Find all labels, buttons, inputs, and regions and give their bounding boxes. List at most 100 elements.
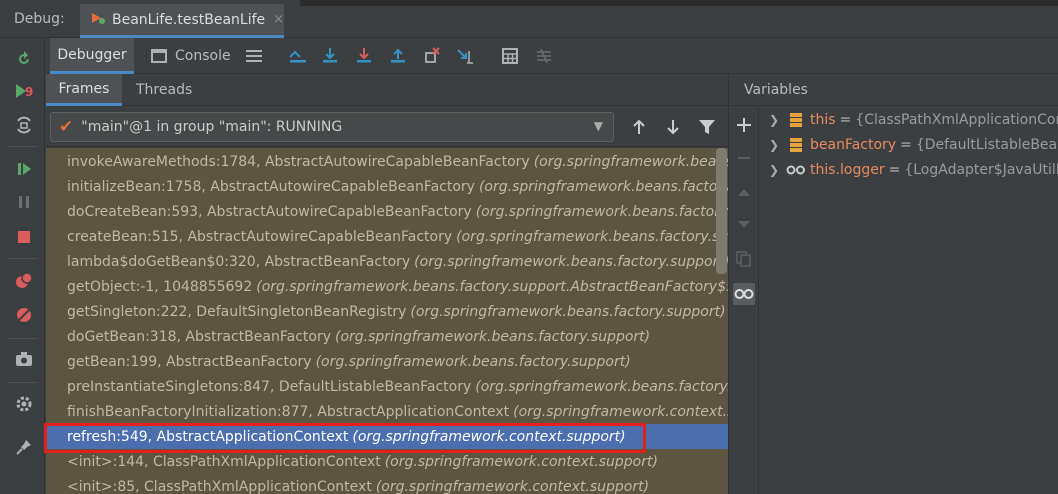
tab-console[interactable]: Console: [150, 38, 231, 74]
frame-method: invokeAwareMethods:1784, AbstractAutowir…: [67, 153, 530, 170]
debug-side-toolbar: 9: [0, 38, 45, 494]
variable-value: {DefaultListableBeanFactory@...}: [915, 136, 1058, 153]
step-out-icon[interactable]: [388, 46, 408, 66]
camera-icon[interactable]: [13, 348, 35, 370]
trace-current-stream-chain-icon[interactable]: [534, 46, 554, 66]
drop-frame-icon[interactable]: [422, 46, 442, 66]
frame-method: createBean:515, AbstractAutowireCapableB…: [67, 228, 453, 245]
arrow-up-icon[interactable]: [628, 116, 650, 138]
stack-frame[interactable]: getObject:-1, 1048855692 (org.springframe…: [46, 274, 728, 299]
rerun-failed-tests-icon[interactable]: 9: [13, 80, 35, 102]
force-step-into-icon[interactable]: [354, 46, 374, 66]
stack-frame[interactable]: createBean:515, AbstractAutowireCapableB…: [46, 224, 728, 249]
stop-icon[interactable]: [13, 226, 35, 248]
field-icon: [784, 112, 808, 127]
debug-session-tab[interactable]: BeanLife.testBeanLife ×: [80, 4, 284, 38]
tab-threads[interactable]: Threads: [136, 74, 192, 106]
layout-menu-icon[interactable]: [244, 46, 264, 66]
frame-package: (org.springframework.beans.factory.suppo…: [456, 228, 728, 245]
variables-toolbar: [729, 107, 759, 494]
frame-package: (org.springframework.beans.factory.suppo…: [475, 203, 728, 220]
frame-package: (org.springframework.context.support): [513, 403, 728, 420]
stack-frame[interactable]: getBean:199, AbstractBeanFactory (org.spr…: [46, 349, 728, 374]
equals-sign: =: [888, 161, 901, 178]
frame-package: (org.springframework.beans.factory.suppo…: [478, 178, 728, 195]
show-execution-point-icon[interactable]: [288, 46, 308, 66]
frame-method: doCreateBean:593, AbstractAutowireCapabl…: [67, 203, 472, 220]
toolbar-separator: [8, 146, 38, 147]
toolbar-separator: [8, 258, 38, 259]
filter-icon[interactable]: [696, 116, 718, 138]
mute-breakpoints-icon[interactable]: [13, 304, 35, 326]
add-watch-icon[interactable]: [733, 114, 755, 136]
frame-method: getObject:-1, 1048855692: [67, 278, 253, 295]
stack-frame[interactable]: invokeAwareMethods:1784, AbstractAutowir…: [46, 149, 728, 174]
tab-console-label: Console: [175, 48, 231, 64]
chevron-right-icon[interactable]: ❯: [764, 113, 784, 127]
debugger-toolbar: Debugger Console: [46, 38, 1058, 74]
settings-gear-icon[interactable]: [13, 393, 35, 415]
variable-row[interactable]: ❯ beanFactory = {DefaultListableBeanFact…: [760, 132, 1058, 157]
step-over-icon[interactable]: [320, 46, 340, 66]
frame-package: (org.springframework.context.support): [375, 478, 650, 494]
thread-dropdown[interactable]: ✔ "main"@1 in group "main": RUNNING ▼: [50, 112, 614, 142]
frame-package: (org.springframework.beans.factory.suppo…: [256, 278, 728, 295]
restore-layout-icon[interactable]: [13, 114, 35, 136]
variable-name: beanFactory: [810, 136, 897, 153]
stack-frame[interactable]: initializeBean:1758, AbstractAutowireCap…: [46, 174, 728, 199]
variable-value: {ClassPathXmlApplicationContext@...}: [855, 111, 1058, 128]
debug-label: Debug:: [14, 11, 65, 27]
evaluate-expression-icon[interactable]: [500, 46, 520, 66]
pause-program-icon[interactable]: [13, 191, 35, 213]
thread-dropdown-value: "main"@1 in group "main": RUNNING: [81, 119, 343, 135]
resume-program-icon[interactable]: [13, 158, 35, 180]
variable-row[interactable]: ❯ this = {ClassPathXmlApplicationContext…: [760, 107, 1058, 132]
frame-package: (org.springframework.beans.factory.suppo…: [533, 153, 728, 170]
frame-method: lambda$doGetBean$0:320, AbstractBeanFact…: [67, 253, 411, 270]
field-icon: [784, 137, 808, 152]
junit-run-icon: [90, 10, 106, 30]
stack-frame[interactable]: doCreateBean:593, AbstractAutowireCapabl…: [46, 199, 728, 224]
chevron-right-icon[interactable]: ❯: [764, 163, 784, 177]
show-watches-icon[interactable]: [733, 283, 755, 305]
toolbar-separator: [8, 382, 38, 383]
frame-package: (org.springframework.beans.factory.suppo…: [335, 328, 651, 345]
frame-method: <init>:144, ClassPathXmlApplicationConte…: [67, 453, 381, 470]
view-breakpoints-icon[interactable]: [13, 270, 35, 292]
remove-watch-icon[interactable]: [733, 147, 755, 169]
variable-name: this: [810, 111, 836, 128]
frame-package: (org.springframework.beans.factory.suppo…: [414, 253, 728, 270]
frames-threads-tabs: Frames Threads: [46, 74, 728, 106]
chevron-down-icon: ▼: [593, 119, 603, 133]
move-down-icon[interactable]: [733, 214, 755, 236]
stack-frame[interactable]: getSingleton:222, DefaultSingletonBeanRe…: [46, 299, 728, 324]
debug-session-bar: Debug: BeanLife.testBeanLife ×: [0, 0, 1058, 38]
watch-icon: [784, 165, 808, 175]
pin-icon[interactable]: [13, 436, 35, 458]
stack-frame[interactable]: <init>:85, ClassPathXmlApplicationContex…: [46, 474, 728, 494]
stack-frame[interactable]: lambda$doGetBean$0:320, AbstractBeanFact…: [46, 249, 728, 274]
stack-frame[interactable]: finishBeanFactoryInitialization:877, Abs…: [46, 399, 728, 424]
arrow-down-icon[interactable]: [662, 116, 684, 138]
close-icon[interactable]: ×: [273, 12, 284, 27]
stack-frame[interactable]: doGetBean:318, AbstractBeanFactory (org.s…: [46, 324, 728, 349]
frame-method: getSingleton:222, DefaultSingletonBeanRe…: [67, 303, 407, 320]
frame-method: finishBeanFactoryInitialization:877, Abs…: [67, 403, 510, 420]
tab-debugger[interactable]: Debugger: [50, 38, 134, 74]
stack-frame[interactable]: preInstantiateSingletons:847, DefaultLis…: [46, 374, 728, 399]
frames-scrollbar[interactable]: [716, 148, 727, 274]
chevron-right-icon[interactable]: ❯: [764, 138, 784, 152]
variable-value: {LogAdapter$JavaUtilLog@...}: [904, 161, 1058, 178]
tab-frames[interactable]: Frames: [46, 74, 122, 106]
variables-header: Variables: [729, 74, 1058, 106]
frame-package: (org.springframework.context.support): [384, 453, 658, 470]
copy-icon[interactable]: [733, 248, 755, 270]
variable-row[interactable]: ❯ this.logger = {LogAdapter$JavaUtilLog@…: [760, 157, 1058, 182]
editor-background-strip: [300, 0, 1058, 6]
rerun-icon[interactable]: [13, 48, 35, 70]
highlight-annotation-box: [44, 423, 646, 453]
move-up-icon[interactable]: [733, 181, 755, 203]
frame-package: (org.springframework.beans.factory.suppo…: [315, 353, 631, 370]
variables-tree: ❯ this = {ClassPathXmlApplicationContext…: [760, 107, 1058, 494]
run-to-cursor-icon[interactable]: [456, 46, 476, 66]
